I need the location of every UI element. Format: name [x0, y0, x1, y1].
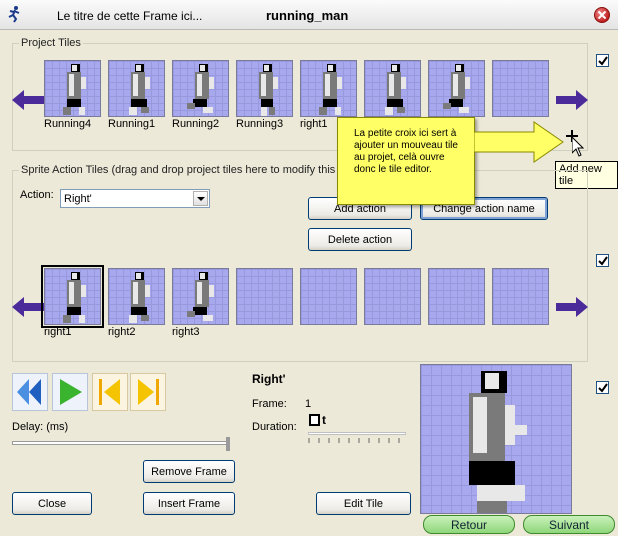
- delay-slider-thumb[interactable]: [226, 437, 230, 451]
- running-man-icon: [6, 5, 24, 23]
- project-tile[interactable]: [108, 60, 165, 117]
- project-tiles-checkbox[interactable]: [596, 54, 609, 67]
- project-tile-label: Running4: [44, 118, 92, 130]
- frame-value: 1: [305, 398, 312, 410]
- action-select[interactable]: Right': [60, 189, 210, 208]
- action-tile[interactable]: [492, 268, 549, 325]
- insert-frame-button[interactable]: Insert Frame: [143, 492, 235, 515]
- project-tile-label: Running2: [172, 118, 220, 130]
- action-select-value: Right': [64, 193, 92, 205]
- first-frame-button-icon[interactable]: [92, 373, 128, 411]
- project-tile[interactable]: [172, 60, 229, 117]
- back-button[interactable]: Retour: [423, 515, 515, 534]
- action-tile-label: right3: [172, 326, 200, 338]
- project-tile[interactable]: [236, 60, 293, 117]
- action-tile[interactable]: [41, 265, 104, 328]
- help-callout-text: La petite croix ici sert à ajouter un mo…: [354, 128, 458, 175]
- duration-slider[interactable]: [308, 432, 406, 435]
- action-tile[interactable]: [172, 268, 229, 325]
- project-tile[interactable]: [44, 60, 101, 117]
- frame-preview: [420, 364, 572, 514]
- duration-box[interactable]: [309, 414, 320, 426]
- scroll-right-arrow-icon[interactable]: [556, 89, 588, 111]
- chevron-down-icon[interactable]: [193, 191, 208, 206]
- next-button[interactable]: Suivant: [523, 515, 615, 534]
- duration-value: t: [322, 413, 326, 427]
- sprite-action-title: Sprite Action Tiles (drag and drop proje…: [19, 164, 352, 176]
- runner-preview-image: [469, 371, 527, 513]
- delete-action-button[interactable]: Delete action: [308, 228, 412, 251]
- remove-frame-button[interactable]: Remove Frame: [143, 460, 235, 483]
- action-tile[interactable]: [300, 268, 357, 325]
- last-frame-button-icon[interactable]: [130, 373, 166, 411]
- project-tiles-title: Project Tiles: [19, 37, 83, 49]
- window-title: Le titre de cette Frame ici...: [57, 9, 203, 23]
- frame-label: Frame:: [252, 398, 287, 410]
- action-tiles-checkbox[interactable]: [596, 254, 609, 267]
- action-tile-label: right2: [108, 326, 136, 338]
- action-scroll-left-arrow-icon[interactable]: [12, 296, 44, 318]
- delay-label: Delay: (ms): [12, 421, 69, 433]
- preview-checkbox[interactable]: [596, 381, 609, 394]
- action-tile[interactable]: [428, 268, 485, 325]
- project-tile[interactable]: [492, 60, 549, 117]
- duration-label: Duration:: [252, 421, 297, 433]
- project-tile-label: right1: [300, 118, 328, 130]
- close-button[interactable]: Close: [12, 492, 92, 515]
- rewind-button-icon[interactable]: [12, 373, 48, 411]
- project-name: running_man: [266, 8, 349, 23]
- project-tile[interactable]: [300, 60, 357, 117]
- project-tile-label: Running3: [236, 118, 284, 130]
- title-bar: Le titre de cette Frame ici... running_m…: [0, 0, 618, 30]
- action-tile[interactable]: [236, 268, 293, 325]
- project-tile-label: Running1: [108, 118, 156, 130]
- close-window-button[interactable]: [594, 7, 610, 23]
- play-button-icon[interactable]: [52, 373, 88, 411]
- action-tile[interactable]: [364, 268, 421, 325]
- callout-arrow-icon: [474, 121, 564, 163]
- help-callout: La petite croix ici sert à ajouter un mo…: [337, 117, 475, 205]
- frame-action-name: Right': [252, 372, 286, 386]
- action-tile-label: right1: [44, 326, 72, 338]
- project-tile[interactable]: [364, 60, 421, 117]
- action-label: Action:: [20, 189, 54, 201]
- project-tile[interactable]: [428, 60, 485, 117]
- scroll-left-arrow-icon[interactable]: [12, 89, 44, 111]
- duration-slider-ticks: [308, 438, 400, 443]
- delay-slider[interactable]: [12, 441, 230, 445]
- action-scroll-right-arrow-icon[interactable]: [556, 296, 588, 318]
- mouse-cursor-icon: [571, 135, 585, 160]
- edit-tile-button[interactable]: Edit Tile: [316, 492, 411, 515]
- action-tile[interactable]: [108, 268, 165, 325]
